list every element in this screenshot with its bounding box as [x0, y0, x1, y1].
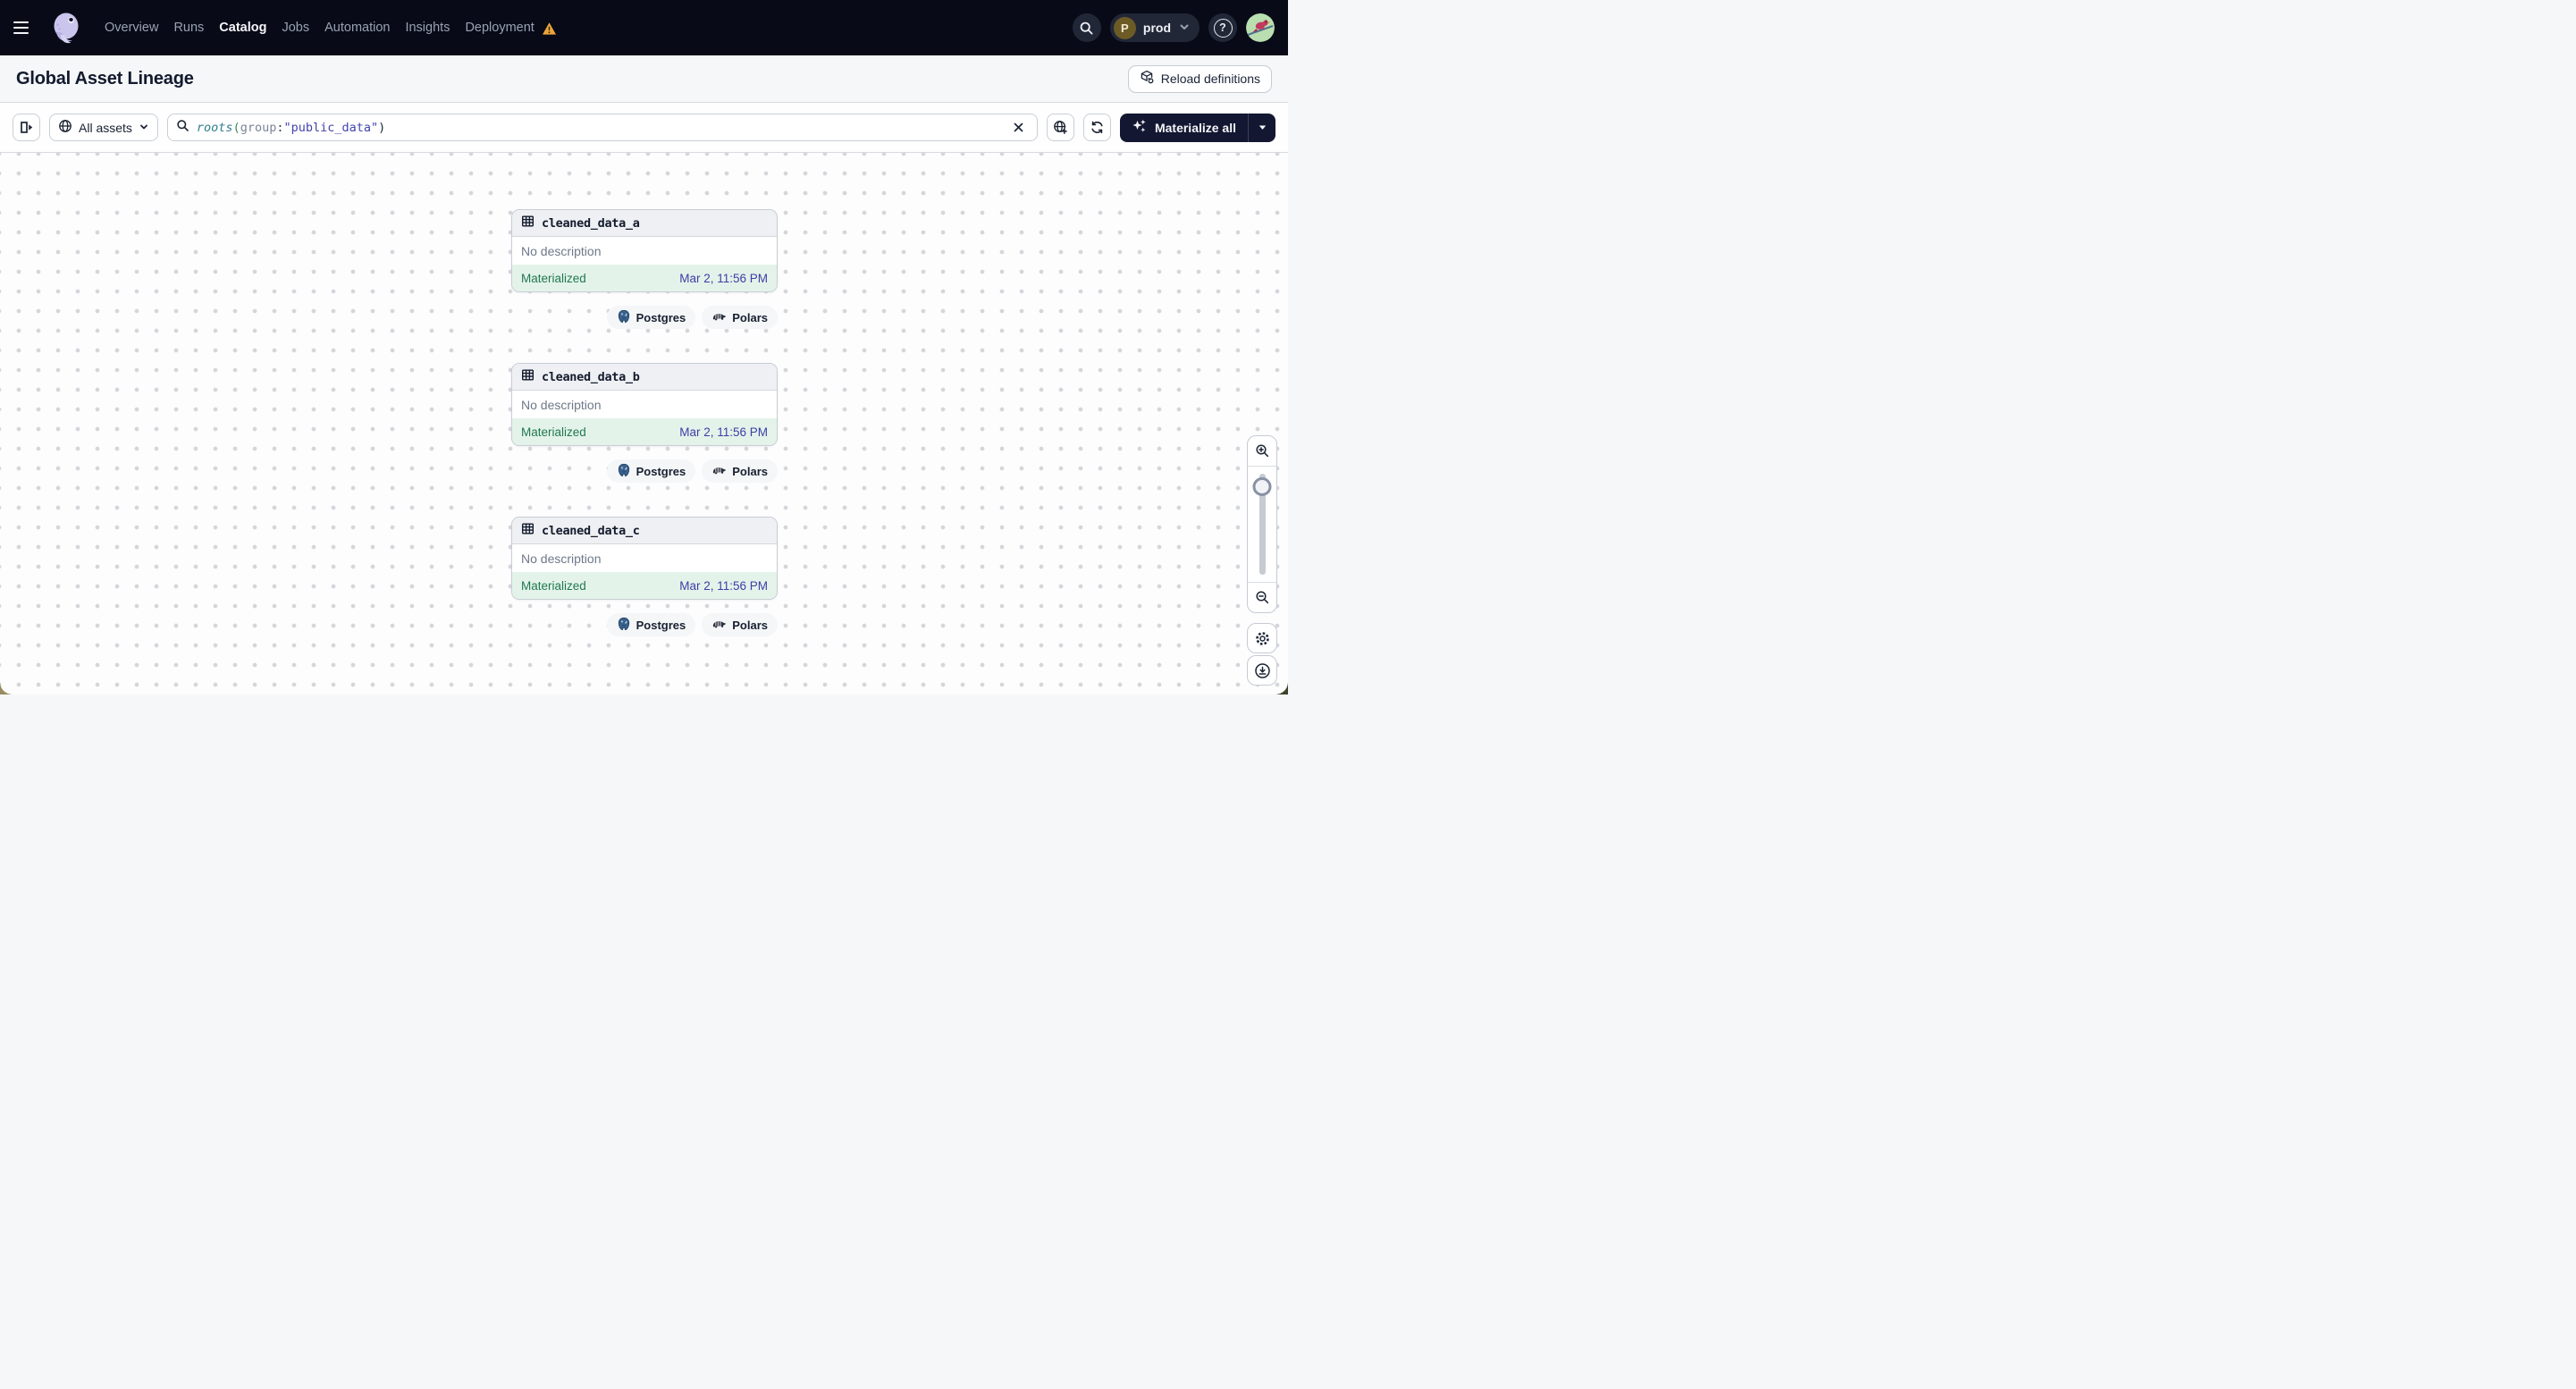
asset-tags-row: Postgres Polars	[511, 613, 778, 636]
materialize-all-button[interactable]: Materialize all	[1120, 114, 1248, 142]
postgres-icon	[617, 617, 631, 634]
asset-node-cleaned-data-b[interactable]: cleaned_data_b No description Materializ…	[511, 363, 778, 446]
magnifier-icon	[176, 119, 189, 137]
table-icon	[521, 215, 535, 232]
page-header: Global Asset Lineage Reload definitions	[0, 55, 1288, 103]
reload-cube-icon	[1140, 70, 1155, 88]
deployment-badge: P	[1113, 16, 1136, 39]
tag-label: Polars	[732, 618, 768, 632]
materialization-timestamp: Mar 2, 11:56 PM	[679, 578, 768, 593]
deployment-switcher[interactable]: P prod	[1109, 13, 1200, 42]
refresh-icon[interactable]	[1082, 114, 1111, 141]
tag-postgres[interactable]: Postgres	[606, 459, 696, 483]
zoom-slider-handle[interactable]	[1252, 477, 1272, 496]
polars-icon	[711, 310, 727, 325]
status-badge: Materialized	[521, 578, 586, 593]
materialization-timestamp: Mar 2, 11:56 PM	[679, 271, 768, 285]
tag-label: Postgres	[636, 464, 686, 478]
asset-description: No description	[521, 243, 602, 258]
status-badge: Materialized	[521, 425, 586, 439]
zoom-in-icon[interactable]	[1248, 436, 1276, 467]
zoom-controls	[1247, 435, 1277, 613]
nav-insights[interactable]: Insights	[405, 21, 450, 35]
nav-runs[interactable]: Runs	[173, 21, 204, 35]
tag-polars[interactable]: Polars	[702, 459, 778, 483]
status-badge: Materialized	[521, 271, 586, 285]
polars-icon	[711, 464, 727, 479]
chevron-down-icon	[1178, 21, 1191, 36]
materialize-options-caret[interactable]	[1249, 114, 1275, 142]
help-icon[interactable]: ?	[1208, 13, 1237, 42]
nav-jobs[interactable]: Jobs	[282, 21, 309, 35]
help-glyph: ?	[1213, 18, 1233, 38]
polars-icon	[711, 618, 727, 633]
sparkles-icon	[1132, 118, 1148, 137]
selection-query: roots(group: "public_data")	[196, 120, 386, 135]
table-icon	[521, 368, 535, 386]
dagster-logo[interactable]	[49, 11, 83, 45]
asset-status-row: Materialized Mar 2, 11:56 PM	[512, 265, 777, 291]
zoom-slider[interactable]	[1248, 467, 1276, 582]
nav-automation[interactable]: Automation	[324, 21, 390, 35]
asset-description: No description	[521, 397, 602, 412]
tag-polars[interactable]: Polars	[702, 306, 778, 329]
table-icon	[521, 522, 535, 540]
top-nav: Overview Runs Catalog Jobs Automation In…	[0, 0, 1288, 55]
nav-right: P prod ?	[1072, 13, 1275, 42]
asset-scope-label: All assets	[79, 120, 132, 135]
lineage-canvas[interactable]: cleaned_data_a No description Materializ…	[0, 153, 1288, 694]
reload-definitions-label: Reload definitions	[1160, 72, 1260, 86]
asset-node-cleaned-data-a[interactable]: cleaned_data_a No description Materializ…	[511, 209, 778, 292]
nav-deployment[interactable]: Deployment	[465, 21, 534, 35]
chevron-down-icon	[139, 121, 149, 135]
search-icon[interactable]	[1072, 13, 1101, 42]
avatar[interactable]	[1246, 13, 1275, 42]
globe-icon	[58, 119, 72, 136]
menu-icon[interactable]	[13, 14, 40, 41]
asset-status-row: Materialized Mar 2, 11:56 PM	[512, 572, 777, 599]
warning-icon	[542, 21, 557, 36]
asset-name: cleaned_data_a	[542, 215, 640, 231]
tag-postgres[interactable]: Postgres	[606, 306, 696, 329]
nav-overview[interactable]: Overview	[105, 21, 158, 35]
asset-name: cleaned_data_c	[542, 523, 640, 538]
materialize-all-split-button: Materialize all	[1119, 113, 1275, 142]
tag-label: Postgres	[636, 310, 686, 324]
asset-tags-row: Postgres Polars	[511, 459, 778, 483]
primary-nav: Overview Runs Catalog Jobs Automation In…	[105, 21, 557, 35]
asset-status-row: Materialized Mar 2, 11:56 PM	[512, 418, 777, 445]
tag-label: Polars	[732, 464, 768, 478]
tag-label: Postgres	[636, 618, 686, 632]
lineage-canvas-wrap: cleaned_data_a No description Materializ…	[0, 153, 1288, 694]
tag-polars[interactable]: Polars	[702, 613, 778, 636]
asset-tags-row: Postgres Polars	[511, 306, 778, 329]
nav-catalog[interactable]: Catalog	[219, 21, 266, 35]
reload-definitions-button[interactable]: Reload definitions	[1127, 64, 1272, 93]
postgres-icon	[617, 463, 631, 480]
clear-query-icon[interactable]	[1009, 118, 1029, 138]
settings-gear-icon[interactable]	[1247, 623, 1277, 653]
globe-add-button[interactable]	[1046, 114, 1074, 141]
lineage-toolbar: All assets roots(group: "public_data") M…	[0, 103, 1288, 153]
asset-node-header: cleaned_data_c	[512, 518, 777, 544]
asset-name: cleaned_data_b	[542, 369, 640, 384]
asset-selection-input[interactable]: roots(group: "public_data")	[166, 114, 1038, 141]
materialization-timestamp: Mar 2, 11:56 PM	[679, 425, 768, 439]
asset-node-cleaned-data-c[interactable]: cleaned_data_c No description Materializ…	[511, 517, 778, 600]
deployment-name: prod	[1142, 21, 1171, 35]
asset-description: No description	[521, 551, 602, 566]
tag-label: Polars	[732, 310, 768, 324]
page-title: Global Asset Lineage	[16, 68, 194, 88]
asset-scope-dropdown[interactable]: All assets	[49, 114, 158, 141]
download-icon[interactable]	[1247, 655, 1277, 686]
asset-node-header: cleaned_data_a	[512, 210, 777, 237]
open-left-panel-button[interactable]	[13, 114, 40, 141]
asset-node-header: cleaned_data_b	[512, 364, 777, 391]
postgres-icon	[617, 309, 631, 326]
materialize-all-label: Materialize all	[1154, 120, 1236, 135]
zoom-out-icon[interactable]	[1248, 582, 1276, 612]
tag-postgres[interactable]: Postgres	[606, 613, 696, 636]
